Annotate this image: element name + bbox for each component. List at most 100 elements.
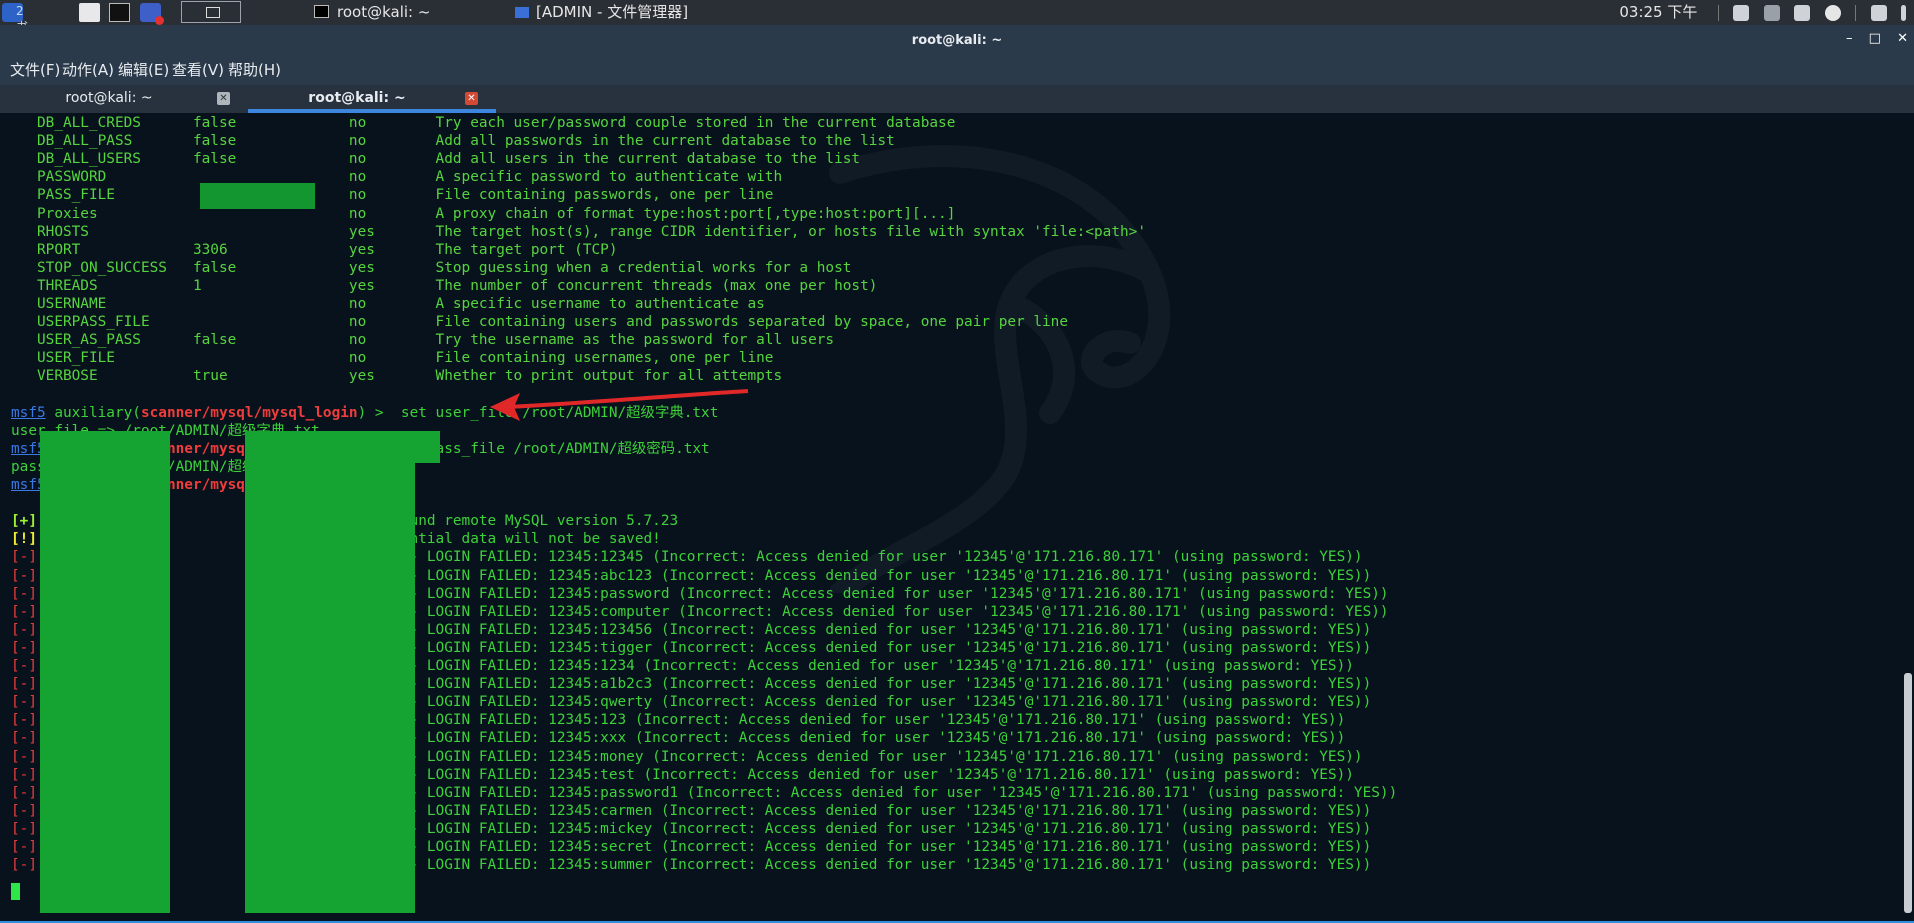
output-line: [-] 3 - LOGIN FAILED: 12345:xxx (Incorre… xyxy=(11,729,1345,747)
output-line: [-] 330 - LOGIN FAILED: 12345:carmen (In… xyxy=(11,802,1371,820)
redacted-host xyxy=(37,531,124,547)
menu-action[interactable]: 动作(A) xyxy=(62,59,114,80)
port-fragment: 1:3306 xyxy=(106,857,159,873)
workspace-button[interactable] xyxy=(181,1,241,23)
redacted-target xyxy=(158,839,409,855)
app-launcher-icon[interactable] xyxy=(140,3,164,25)
close-tab-icon[interactable]: ✕ xyxy=(465,92,478,105)
command-result: user_file => /root/ADMIN/超级字典.txt xyxy=(11,422,320,440)
status-marker: [+] xyxy=(11,513,37,529)
prompt-word: auxiliary( xyxy=(54,441,141,457)
status-marker: [-] xyxy=(11,712,37,728)
option-row: USERPASS_FILE no File containing users a… xyxy=(11,313,1068,331)
menu-help[interactable]: 帮助(H) xyxy=(228,59,281,80)
redacted-target xyxy=(158,821,409,837)
status-marker: [-] xyxy=(11,857,37,873)
redacted-target xyxy=(158,531,392,547)
file-manager-launcher-icon[interactable] xyxy=(79,3,100,22)
option-description: A proxy chain of format type:host:port[,… xyxy=(435,206,956,222)
option-name: DB_ALL_CREDS xyxy=(11,115,193,131)
window-icon xyxy=(206,7,220,18)
terminal-output[interactable]: DB_ALL_CREDS false no Try each user/pass… xyxy=(0,113,1914,923)
output-line: [-] 306 - LOGIN FAILED: 12345:tigger (In… xyxy=(11,639,1371,657)
redacted-host xyxy=(37,658,141,674)
option-name: PASSWORD xyxy=(11,169,193,185)
output-line: [-] 3306 - LOGIN FAILED: 12345:12345 (In… xyxy=(11,548,1363,566)
option-name: USER_FILE xyxy=(11,350,193,366)
status-marker: [-] xyxy=(11,604,37,620)
option-name: Proxies xyxy=(11,206,193,222)
volume-icon[interactable] xyxy=(1763,4,1780,21)
redacted-host xyxy=(37,640,132,656)
redacted-target xyxy=(158,549,409,565)
prompt-module: scanner/mysql/mysql_login xyxy=(140,405,358,421)
minimize-icon[interactable]: – xyxy=(1846,31,1853,46)
tab-terminal-2[interactable]: root@kali: ~ ✕ xyxy=(248,85,496,113)
output-message: - LOGIN FAILED: 12345:xxx (Incorrect: Ac… xyxy=(409,730,1346,746)
close-icon[interactable]: ✕ xyxy=(1897,31,1908,46)
option-description: A specific username to authenticate as xyxy=(435,296,765,312)
output-line: [-] - LOGIN FAILED: 12345:password1 (Inc… xyxy=(11,784,1397,802)
maximize-icon[interactable]: □ xyxy=(1869,31,1881,46)
output-line: [+] 1:3306 Found remote MySQL version 5.… xyxy=(11,512,678,530)
option-name: DB_ALL_PASS xyxy=(11,133,193,149)
redacted-host xyxy=(37,857,106,873)
option-name: USERPASS_FILE xyxy=(11,314,193,330)
divider xyxy=(1717,4,1719,21)
port-fragment: 3306 xyxy=(123,622,159,638)
redacted-host xyxy=(37,622,124,638)
redacted-target xyxy=(158,694,409,710)
terminal-launcher-icon[interactable] xyxy=(109,3,130,22)
output-message: - LOGIN FAILED: 12345:abc123 (Incorrect:… xyxy=(409,568,1372,584)
redacted-target xyxy=(158,785,409,801)
power-icon[interactable] xyxy=(1824,4,1841,21)
option-setting: false xyxy=(192,260,349,276)
menu-view[interactable]: 查看(V) xyxy=(172,59,224,80)
output-line: [-] 33 - LOGIN FAILED: 12345:money (Inco… xyxy=(11,748,1363,766)
bell-icon[interactable] xyxy=(1794,4,1811,21)
port-fragment: 3306 xyxy=(123,821,159,837)
prompt-word: auxiliary( xyxy=(54,477,141,493)
menu-edit[interactable]: 编辑(E) xyxy=(118,59,169,80)
option-description: The target port (TCP) xyxy=(435,242,618,258)
prompt-module: scanner/mysql/mysql_login xyxy=(140,441,358,457)
prompt-module: scanner/mysql/mysql_login xyxy=(140,477,358,493)
option-description: File containing usernames, one per line xyxy=(435,350,774,366)
output-message: - LOGIN FAILED: 12345:password1 (Incorre… xyxy=(409,785,1398,801)
option-required: no xyxy=(348,151,436,167)
kali-menu-icon[interactable]: 2书 xyxy=(2,3,28,34)
redacted-target xyxy=(158,676,409,692)
option-setting xyxy=(193,296,349,312)
user-menu-icon[interactable] xyxy=(1901,4,1906,21)
clock[interactable]: 03:25 下午 xyxy=(1619,0,1697,25)
display-icon[interactable] xyxy=(1733,4,1750,21)
tab-label: root@kali: ~ xyxy=(65,90,153,106)
window-title: root@kali: ~ xyxy=(911,33,1003,48)
menu-file[interactable]: 文件(F) xyxy=(10,59,60,80)
close-tab-icon[interactable]: ✕ xyxy=(217,92,230,105)
output-message: - LOGIN FAILED: 12345:summer (Incorrect:… xyxy=(409,857,1372,873)
output-line: [-] - LOGIN FAILED: 12345:qwerty (Incorr… xyxy=(11,693,1371,711)
tab-terminal-1[interactable]: root@kali: ~ ✕ xyxy=(0,85,248,113)
output-message: - LOGIN FAILED: 12345:password (Incorrec… xyxy=(409,586,1389,602)
top-panel: 2书 root@kali: ~ [ADMIN - 文件管理器] 03:25 下午 xyxy=(0,0,1914,34)
port-fragment: 3 xyxy=(149,730,159,746)
output-message: - LOGIN FAILED: 12345:qwerty (Incorrect:… xyxy=(409,694,1372,710)
option-required: no xyxy=(348,206,436,222)
redacted-target xyxy=(158,712,409,728)
option-setting: 3306 xyxy=(192,242,349,258)
redacted-host xyxy=(37,821,124,837)
scrollbar[interactable] xyxy=(1904,673,1912,913)
lock-icon[interactable] xyxy=(1870,4,1887,21)
task-button-terminal[interactable]: root@kali: ~ xyxy=(314,0,430,25)
task-label: root@kali: ~ xyxy=(337,3,431,21)
option-required: no xyxy=(348,115,436,131)
status-marker: [-] xyxy=(11,586,37,602)
prompt-tail: ) > xyxy=(357,405,384,421)
redacted-target xyxy=(158,622,409,638)
task-button-file-manager[interactable]: [ADMIN - 文件管理器] xyxy=(515,0,688,25)
window-titlebar[interactable]: root@kali: ~ – □ ✕ xyxy=(0,25,1914,55)
output-line: [-] 06 - LOGIN FAILED: 12345:1234 (Incor… xyxy=(11,657,1354,675)
option-description: The target host(s), range CIDR identifie… xyxy=(435,224,1146,240)
option-row: PASS_FILE no File containing passwords, … xyxy=(11,186,773,204)
